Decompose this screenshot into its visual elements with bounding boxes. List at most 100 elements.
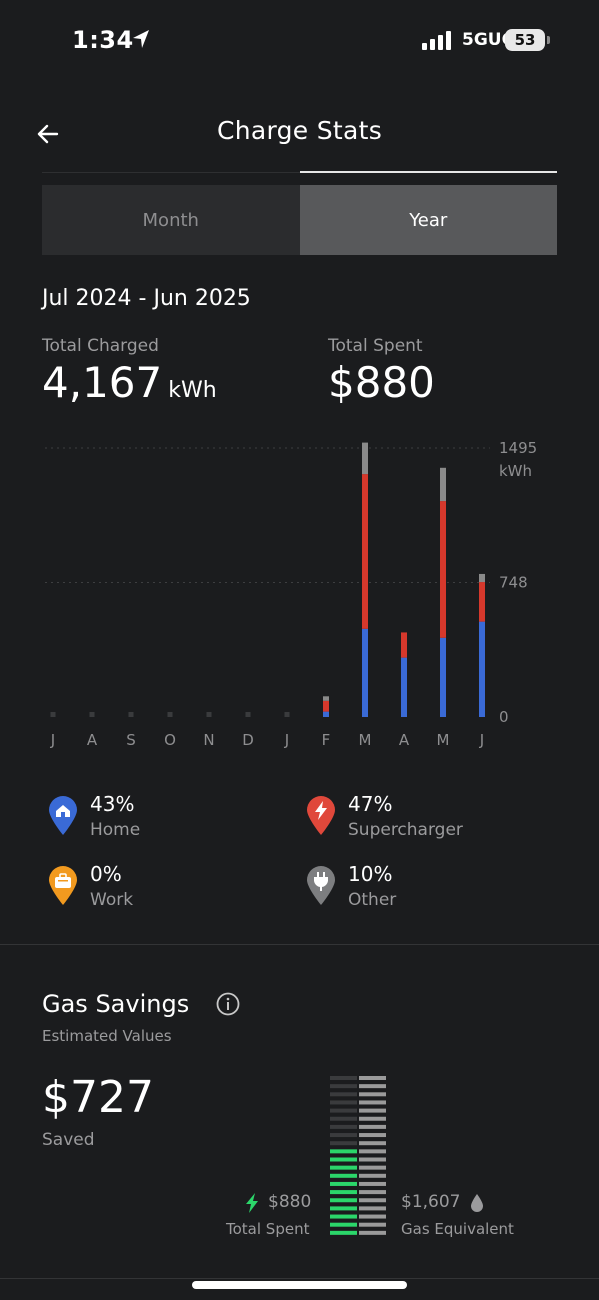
header-divider: [42, 172, 300, 173]
status-bar: 1:34 5GUC 53: [0, 0, 599, 80]
gauge-gas-segment: [359, 1100, 386, 1105]
x-tick-label: N: [203, 731, 214, 749]
gauge-spent-segment: [330, 1214, 357, 1219]
location-arrow-icon: [133, 30, 149, 48]
gauge-gas-segment: [359, 1076, 386, 1080]
home-icon: [49, 796, 77, 835]
tab-month[interactable]: Month: [42, 185, 300, 255]
legend-work: 0% Work: [48, 862, 288, 918]
bolt-icon: [307, 796, 335, 835]
gauge-spent-value: $880: [268, 1192, 312, 1212]
bar-segment-other: [323, 696, 329, 701]
bar-segment-home: [479, 621, 485, 717]
total-charged-label: Total Charged: [42, 336, 159, 356]
bar-placeholder: [89, 712, 95, 717]
battery-icon: 53: [505, 29, 545, 51]
gas-savings-subtitle: Estimated Values: [42, 1027, 172, 1045]
gauge-gas-segment: [359, 1181, 386, 1186]
gauge-spent-segment: [330, 1141, 357, 1146]
y-tick-label: 1495: [499, 439, 537, 457]
bottom-divider: [0, 1278, 599, 1279]
gauge-spent-segment: [330, 1190, 357, 1195]
gauge-spent-segment: [330, 1076, 357, 1080]
gauge-gas-segment: [359, 1230, 386, 1235]
bar-segment-other: [440, 467, 446, 502]
total-charged-number: 4,167: [42, 358, 163, 407]
bar-placeholder: [128, 712, 134, 717]
status-time: 1:34: [72, 26, 134, 54]
bar-segment-home: [401, 657, 407, 717]
gauge-spent-segment: [330, 1181, 357, 1186]
gauge-gas-segment: [359, 1157, 386, 1162]
signal-icon: [422, 31, 451, 50]
gauge-gas-segment: [359, 1222, 386, 1227]
gauge-gas-label: Gas Equivalent: [401, 1220, 514, 1238]
bar-placeholder: [245, 712, 251, 717]
y-tick-label: 0: [499, 708, 509, 726]
legend-work-name: Work: [90, 890, 134, 910]
total-charged-unit: kWh: [168, 378, 217, 403]
bar-segment-home: [323, 711, 329, 717]
gauge-gas-segment: [359, 1173, 386, 1178]
gauge-spent-segment: [330, 1133, 357, 1138]
gauge-gas-segment: [359, 1149, 386, 1154]
y-unit-label: kWh: [499, 462, 532, 480]
gauge-spent-label: Total Spent: [226, 1220, 310, 1238]
bar-segment-other: [362, 442, 368, 475]
info-icon[interactable]: [216, 992, 240, 1016]
plug-icon: [307, 866, 335, 905]
gauge-gas-segment: [359, 1133, 386, 1138]
x-tick-label: O: [164, 731, 176, 749]
gauge-spent-segment: [330, 1206, 357, 1211]
gauge-gas-segment: [359, 1165, 386, 1170]
gauge-spent-segment: [330, 1198, 357, 1203]
gauge-gas-segment: [359, 1124, 386, 1129]
gauge-gas-segment: [359, 1214, 386, 1219]
home-indicator[interactable]: [192, 1281, 407, 1289]
legend-supercharger: 47% Supercharger: [306, 792, 546, 848]
period-toggle: Month Year: [42, 185, 557, 255]
section-divider: [0, 944, 599, 945]
gauge-gas-segment: [359, 1092, 386, 1097]
bar-segment-supercharger: [323, 700, 329, 712]
x-tick-label: A: [399, 731, 410, 749]
gauge-spent-segment: [330, 1165, 357, 1170]
gauge-gas-segment: [359, 1084, 386, 1089]
total-spent-value: $880: [328, 358, 435, 407]
gauge-spent-segment: [330, 1092, 357, 1097]
x-tick-label: S: [126, 731, 136, 749]
legend-work-pct: 0%: [90, 862, 122, 886]
bar-segment-home: [440, 637, 446, 717]
gauge-spent-segment: [330, 1084, 357, 1089]
x-tick-label: J: [479, 731, 484, 749]
bar-segment-other: [479, 573, 485, 583]
header-active-indicator: [300, 171, 557, 173]
legend-other: 10% Other: [306, 862, 546, 918]
gauge-gas-segment: [359, 1206, 386, 1211]
gauge-spent-segment: [330, 1222, 357, 1227]
x-tick-label: J: [284, 731, 289, 749]
gas-savings-title: Gas Savings: [42, 990, 190, 1018]
y-tick-label: 748: [499, 574, 528, 592]
tab-year[interactable]: Year: [299, 185, 557, 255]
gauge-spent-segment: [330, 1157, 357, 1162]
gauge-spent-segment: [330, 1149, 357, 1154]
fuel-drop-icon: [471, 1194, 483, 1212]
gauge-gas-segment: [359, 1198, 386, 1203]
bar-segment-home: [362, 628, 368, 717]
legend-supercharger-pct: 47%: [348, 792, 393, 816]
bar-segment-supercharger: [440, 501, 446, 638]
legend-home-pct: 43%: [90, 792, 135, 816]
gauge-spent-segment: [330, 1108, 357, 1113]
gauge-gas-segment: [359, 1141, 386, 1146]
gauge-spent-segment: [330, 1173, 357, 1178]
bolt-icon: [246, 1193, 258, 1213]
x-tick-label: F: [322, 731, 331, 749]
x-tick-label: J: [50, 731, 55, 749]
bar-segment-supercharger: [362, 474, 368, 629]
total-spent-label: Total Spent: [328, 336, 423, 356]
savings-gauge: [330, 1076, 386, 1235]
bar-placeholder: [284, 712, 290, 717]
bar-placeholder: [167, 712, 173, 717]
bar-segment-supercharger: [479, 582, 485, 622]
